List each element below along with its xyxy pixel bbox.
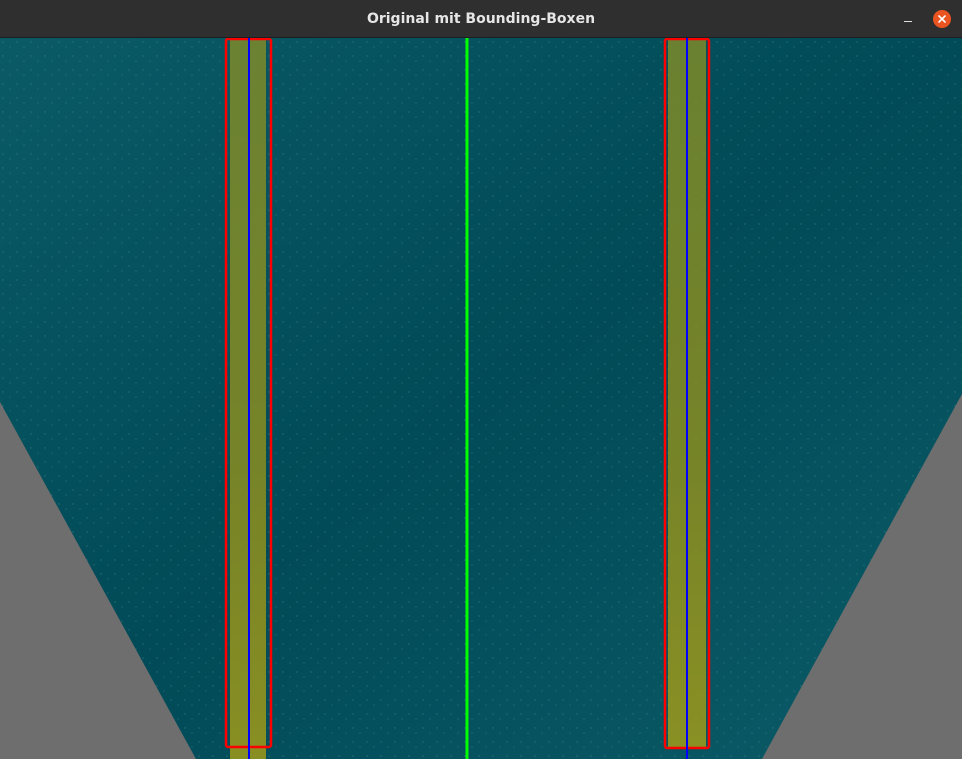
minimize-button[interactable] [897,9,919,29]
window-title: Original mit Bounding-Boxen [366,11,596,27]
title-bar[interactable]: Original mit Bounding-Boxen [0,0,962,38]
close-button[interactable] [933,10,951,28]
close-icon [938,15,946,23]
warped-road-image [0,38,962,759]
minimize-icon [904,21,912,22]
image-canvas [0,38,962,759]
app-window: Original mit Bounding-Boxen [0,0,962,759]
image-texture [0,38,962,759]
